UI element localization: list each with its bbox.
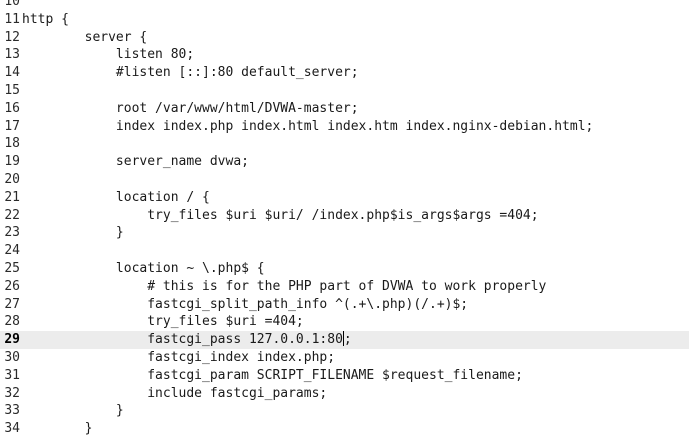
code-line[interactable]: 29 fastcgi_pass 127.0.0.1:80; — [0, 331, 689, 350]
code-line[interactable]: 34 } — [0, 420, 689, 438]
line-text-before-caret: fastcgi_pass 127.0.0.1:80 — [22, 332, 343, 348]
line-number: 18 — [4, 136, 20, 152]
code-line[interactable]: 21 location / { — [0, 189, 689, 207]
line-number: 27 — [4, 296, 20, 312]
line-text: } — [22, 421, 93, 437]
line-text: location ~ \.php$ { — [22, 261, 265, 276]
code-line[interactable]: 20 — [0, 171, 689, 189]
code-line[interactable]: 32 include fastcgi_params; — [0, 385, 689, 403]
code-line[interactable]: 26 # this is for the PHP part of DVWA to… — [0, 278, 689, 296]
line-text: server { — [22, 29, 148, 45]
line-text: # this is for the PHP part of DVWA to wo… — [22, 278, 547, 294]
line-number: 12 — [4, 29, 20, 45]
line-text: try_files $uri =404; — [22, 314, 304, 330]
line-number: 21 — [4, 189, 20, 205]
code-line[interactable]: 15 — [0, 82, 689, 100]
code-line[interactable]: 31 fastcgi_param SCRIPT_FILENAME $reques… — [0, 367, 689, 385]
line-number: 16 — [4, 100, 20, 116]
line-text: try_files $uri $uri/ /index.php$is_args$… — [22, 207, 539, 223]
code-line[interactable]: 23 } — [0, 224, 689, 242]
line-text: location / { — [22, 189, 210, 205]
line-number: 23 — [4, 225, 20, 241]
code-line[interactable]: 10 — [0, 0, 689, 11]
line-number: 29 — [4, 332, 20, 348]
code-line[interactable]: 27 fastcgi_split_path_info ^(.+\.php)(/.… — [0, 296, 689, 314]
line-text: fastcgi_pass 127.0.0.1:80; — [22, 331, 352, 349]
line-number: 17 — [4, 118, 20, 134]
line-number: 20 — [4, 172, 20, 187]
line-text: fastcgi_index index.php; — [22, 350, 336, 365]
line-number: 22 — [4, 207, 20, 223]
line-number: 25 — [4, 261, 20, 276]
code-line[interactable]: 19 server_name dvwa; — [0, 153, 689, 171]
line-text: index index.php index.html index.htm ind… — [22, 118, 594, 134]
line-number: 28 — [4, 314, 20, 330]
line-number: 10 — [4, 0, 20, 9]
line-text: fastcgi_split_path_info ^(.+\.php)(/.+)$… — [22, 296, 469, 312]
code-line[interactable]: 17 index index.php index.html index.htm … — [0, 118, 689, 136]
line-number: 31 — [4, 367, 20, 383]
line-text: server_name dvwa; — [22, 154, 249, 170]
line-number: 14 — [4, 65, 20, 81]
line-text: root /var/www/html/DVWA-master; — [22, 100, 359, 116]
code-line[interactable]: 12 server { — [0, 29, 689, 47]
line-text: listen 80; — [22, 47, 195, 63]
line-text-after-caret: ; — [343, 332, 352, 348]
line-text: } — [22, 403, 124, 419]
line-number: 33 — [4, 403, 20, 419]
code-line[interactable]: 18 — [0, 135, 689, 153]
code-line[interactable]: 25 location ~ \.php$ { — [0, 260, 689, 278]
code-line[interactable]: 13 listen 80; — [0, 46, 689, 64]
line-text: #listen [::]:80 default_server; — [22, 65, 359, 81]
line-number: 26 — [4, 278, 20, 294]
line-number: 30 — [4, 350, 20, 365]
code-line[interactable]: 11 http { — [0, 11, 689, 29]
line-number: 13 — [4, 47, 20, 63]
code-line[interactable]: 22 try_files $uri $uri/ /index.php$is_ar… — [0, 207, 689, 225]
line-text: include fastcgi_params; — [22, 385, 328, 401]
code-line[interactable]: 16 root /var/www/html/DVWA-master; — [0, 100, 689, 118]
code-line[interactable]: 33 } — [0, 402, 689, 420]
code-line[interactable]: 24 — [0, 242, 689, 260]
line-number: 32 — [4, 385, 20, 401]
line-number: 15 — [4, 83, 20, 98]
line-number: 34 — [4, 421, 20, 437]
line-number: 19 — [4, 154, 20, 170]
code-line[interactable]: 30 fastcgi_index index.php; — [0, 349, 689, 367]
line-text: fastcgi_param SCRIPT_FILENAME $request_f… — [22, 367, 523, 383]
code-line[interactable]: 14 #listen [::]:80 default_server; — [0, 64, 689, 82]
code-line[interactable]: 28 try_files $uri =404; — [0, 313, 689, 331]
line-text: } — [22, 225, 124, 241]
line-number: 24 — [4, 243, 20, 259]
line-number: 11 — [4, 11, 20, 27]
line-text: http { — [22, 11, 69, 27]
text-editor[interactable]: 10 11 http {12 server {13 listen 80; 14 #li… — [0, 0, 689, 438]
